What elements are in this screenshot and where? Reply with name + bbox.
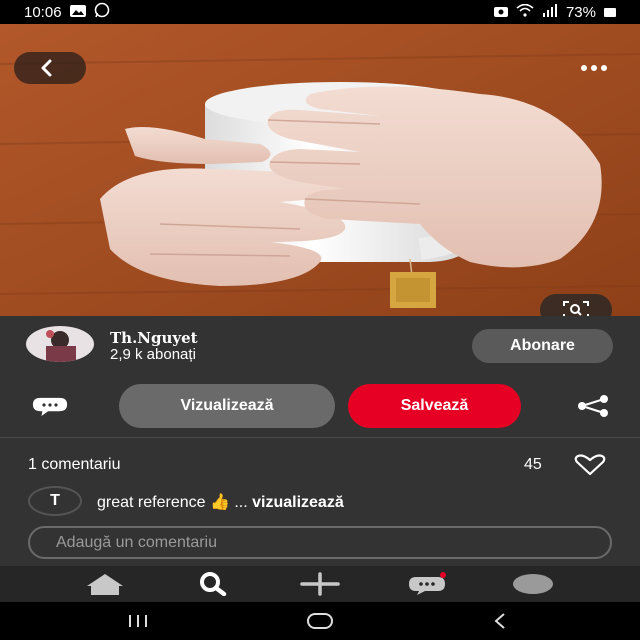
divider: [0, 437, 640, 438]
back-arrow-icon: [41, 59, 52, 77]
save-button[interactable]: Salvează: [348, 384, 521, 428]
profile-avatar: [513, 574, 553, 594]
whatsapp-icon: [94, 2, 110, 22]
comment-body: great reference 👍 ...: [97, 494, 248, 511]
commenter-avatar[interactable]: T: [28, 486, 82, 516]
nav-profile[interactable]: [510, 566, 556, 602]
heart-icon: [574, 454, 606, 476]
camera-privacy-icon: [493, 4, 508, 21]
notification-dot: [440, 572, 446, 578]
follow-button[interactable]: Abonare: [472, 329, 613, 363]
pin-image[interactable]: [0, 24, 640, 316]
pin-details-panel: Th.Nguyet 2,9 k abonați Abonare Vizualiz…: [0, 316, 640, 566]
recent-apps-icon: [129, 615, 147, 627]
react-button[interactable]: [572, 454, 608, 476]
home-circle-icon: [307, 613, 333, 629]
author-followers: 2,9 k abonați: [110, 346, 196, 363]
create-icon: [300, 572, 340, 596]
more-dots-icon: [581, 65, 587, 71]
pin-photo-illustration: [0, 24, 640, 316]
comment-icon: [32, 397, 68, 416]
battery-percent: 73%: [565, 3, 596, 21]
nav-messages[interactable]: [404, 566, 450, 602]
comment-text[interactable]: great reference 👍 ... vizualizează: [97, 492, 344, 512]
visual-search-button[interactable]: [540, 294, 612, 316]
system-navigation: [0, 602, 640, 640]
back-chevron-icon: [494, 613, 505, 629]
status-time: 10:06: [24, 3, 62, 21]
messages-icon: [409, 572, 446, 595]
nav-home[interactable]: [82, 566, 128, 602]
home-system-button[interactable]: [298, 602, 342, 640]
more-options-button[interactable]: [562, 52, 626, 84]
status-bar: 10:06 73%: [0, 0, 640, 24]
comment-count[interactable]: 1 comentariu: [28, 456, 121, 474]
reaction-count: 45: [524, 456, 542, 473]
home-icon: [87, 574, 123, 595]
author-name[interactable]: Th.Nguyet: [110, 329, 198, 347]
gallery-icon: [69, 4, 86, 21]
nav-create[interactable]: [297, 566, 343, 602]
recent-apps-button[interactable]: [118, 602, 158, 640]
back-system-button[interactable]: [480, 602, 520, 640]
battery-icon: [604, 7, 616, 17]
view-button[interactable]: Vizualizează: [119, 384, 335, 428]
visual-search-icon: [563, 301, 589, 316]
back-button[interactable]: [14, 52, 86, 84]
signal-icon: [542, 3, 558, 21]
wifi-icon: [516, 3, 534, 21]
search-icon: [200, 572, 227, 596]
nav-search[interactable]: [190, 566, 236, 602]
bottom-navigation: [0, 566, 640, 602]
author-avatar[interactable]: [26, 326, 94, 362]
add-comment-input[interactable]: Adaugă un comentariu: [28, 526, 612, 559]
share-button[interactable]: [572, 394, 612, 418]
comment-button[interactable]: [30, 396, 70, 418]
comment-expand-link[interactable]: vizualizează: [252, 494, 344, 511]
share-icon: [578, 395, 608, 417]
